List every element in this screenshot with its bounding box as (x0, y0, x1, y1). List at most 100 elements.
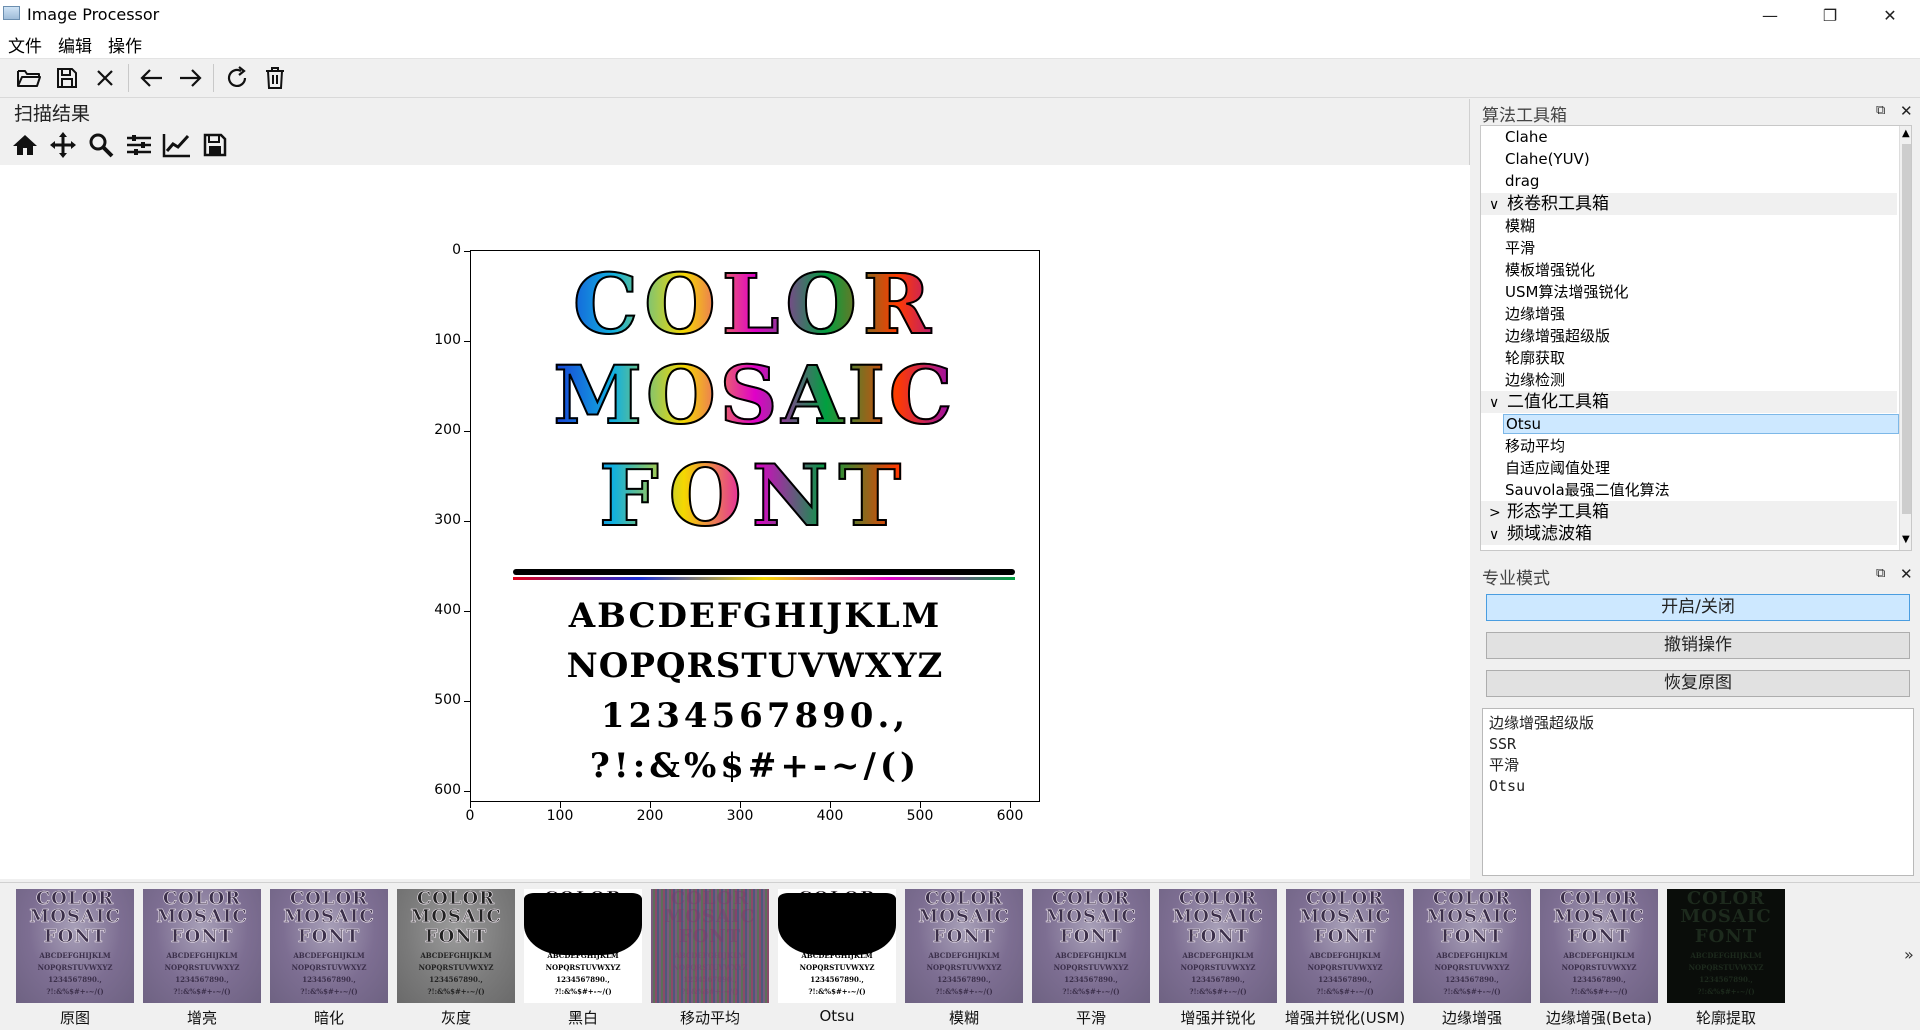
thumbnail-item[interactable]: COLORMOSAICFONTABCDEFGHIJKLMNOPQRSTUVWXY… (1157, 887, 1279, 1029)
tree-item[interactable]: USM算法增强锐化 (1481, 281, 1897, 303)
close-window-button[interactable]: ✕ (1860, 0, 1920, 30)
trash-icon[interactable] (258, 61, 292, 95)
tree-item-label: 边缘增强 (1505, 305, 1566, 323)
save-figure-icon[interactable] (196, 127, 234, 163)
undo-operation-button[interactable]: 撤销操作 (1486, 632, 1910, 659)
tree-item[interactable]: 轮廓获取 (1481, 347, 1897, 369)
thumbnail-text: ?!:&%$#+-~/() (300, 987, 358, 996)
thumbnail-item[interactable]: COLORMOSAICFONTABCDEFGHIJKLMNOPQRSTUVWXY… (649, 887, 771, 1029)
thumbnail-image[interactable]: COLORMOSAICFONTABCDEFGHIJKLMNOPQRSTUVWXY… (1159, 889, 1277, 1003)
thumbnail-label: 平滑 (1075, 1009, 1106, 1027)
thumbnail-item[interactable]: COLORMOSAICFONTABCDEFGHIJKLMNOPQRSTUVWXY… (395, 887, 517, 1029)
tree-item[interactable]: 边缘增强超级版 (1481, 325, 1897, 347)
redo-arrow-icon[interactable] (173, 61, 207, 95)
thumbnail-item[interactable]: COLORMOSAICFONTABCDEFGHIJKLMNOPQRSTUVWXY… (1665, 887, 1787, 1029)
thumbnail-item[interactable]: COLORMOSAICFONTABCDEFGHIJKLMNOPQRSTUVWXY… (268, 887, 390, 1029)
scroll-down-icon[interactable]: ▼ (1902, 534, 1910, 545)
restore-original-button[interactable]: 恢复原图 (1486, 670, 1910, 697)
axes-edit-icon[interactable] (158, 127, 196, 163)
close-image-icon[interactable] (88, 61, 122, 95)
thumbnail-text: ?!:&%$#+-~/() (935, 987, 993, 996)
scroll-up-icon[interactable]: ▲ (1902, 128, 1910, 139)
chevron-down-icon[interactable]: ∨ (1489, 524, 1507, 546)
thumbnail-image[interactable]: COLORMOSAICFONTABCDEFGHIJKLMNOPQRSTUVWXY… (1540, 889, 1658, 1003)
thumbnail-item[interactable]: COLORMOSAICFONTABCDEFGHIJKLMNOPQRSTUVWXY… (141, 887, 263, 1029)
image-axes[interactable]: COLOR MOSAIC FONT ABCDEFGHIJKLM NOPQRSTU… (470, 250, 1040, 802)
thumbnail-image[interactable]: COLORMOSAICFONTABCDEFGHIJKLMNOPQRSTUVWXY… (397, 889, 515, 1003)
menu-edit[interactable]: 编辑 (58, 32, 92, 57)
tree-item[interactable]: 边缘增强 (1481, 303, 1897, 325)
thumbnail-image[interactable]: COLORMOSAICFONTABCDEFGHIJKLMNOPQRSTUVWXY… (778, 889, 896, 1003)
thumbnail-item[interactable]: COLORMOSAICFONTABCDEFGHIJKLMNOPQRSTUVWXY… (1411, 887, 1533, 1029)
open-folder-icon[interactable] (12, 61, 46, 95)
tree-item-label: Sauvola最强二值化算法 (1505, 481, 1670, 499)
tree-item-selected[interactable]: Otsu (1481, 413, 1899, 435)
strip-more-icon[interactable]: » (1904, 945, 1914, 964)
thumbnail-image[interactable]: COLORMOSAICFONTABCDEFGHIJKLMNOPQRSTUVWXY… (651, 889, 769, 1003)
x-tick-mark (920, 802, 921, 808)
thumbnail-text: ?!:&%$#+-~/() (427, 987, 485, 996)
tree-group[interactable]: > 形态学工具箱 (1481, 501, 1897, 523)
tree-scrollbar[interactable]: ▲ ▼ (1899, 126, 1911, 550)
thumbnail-item[interactable]: COLORMOSAICFONTABCDEFGHIJKLMNOPQRSTUVWXY… (14, 887, 136, 1029)
thumbnail-image[interactable]: COLORMOSAICFONTABCDEFGHIJKLMNOPQRSTUVWXY… (143, 889, 261, 1003)
menu-file[interactable]: 文件 (8, 32, 42, 57)
chevron-down-icon[interactable]: ∨ (1489, 194, 1507, 216)
thumbnail-image[interactable]: COLORMOSAICFONTABCDEFGHIJKLMNOPQRSTUVWXY… (1286, 889, 1404, 1003)
thumbnail-item[interactable]: COLORMOSAICFONTABCDEFGHIJKLMNOPQRSTUVWXY… (903, 887, 1025, 1029)
thumbnail-item[interactable]: COLORMOSAICFONTABCDEFGHIJKLMNOPQRSTUVWXY… (1538, 887, 1660, 1029)
thumbnail-text: MOSAIC (410, 906, 502, 927)
float-dock-icon[interactable]: ⧉ (1876, 103, 1885, 118)
operation-history-list[interactable]: 边缘增强超级版 SSR 平滑 Otsu (1482, 708, 1914, 876)
tree-item[interactable]: Clahe (1481, 126, 1897, 148)
scroll-thumb[interactable] (1902, 144, 1911, 514)
thumbnail-image[interactable]: COLORMOSAICFONTABCDEFGHIJKLMNOPQRSTUVWXY… (1413, 889, 1531, 1003)
toggle-pro-mode-button[interactable]: 开启/关闭 (1486, 594, 1910, 621)
tree-item[interactable]: 边缘检测 (1481, 369, 1897, 391)
tree-group[interactable]: ∨ 频域滤波箱 (1481, 523, 1897, 545)
tree-item[interactable]: 模糊 (1481, 215, 1897, 237)
tree-item[interactable]: Clahe(YUV) (1481, 148, 1897, 170)
thumbnail-image[interactable]: COLORMOSAICFONTABCDEFGHIJKLMNOPQRSTUVWXY… (905, 889, 1023, 1003)
thumbnail-text: MOSAIC (1680, 906, 1772, 927)
thumbnail-image[interactable]: COLORMOSAICFONTABCDEFGHIJKLMNOPQRSTUVWXY… (270, 889, 388, 1003)
thumbnail-image[interactable]: COLORMOSAICFONTABCDEFGHIJKLMNOPQRSTUVWXY… (1667, 889, 1785, 1003)
tree-item[interactable]: 移动平均 (1481, 435, 1897, 457)
thumbnail-item[interactable]: COLORMOSAICFONTABCDEFGHIJKLMNOPQRSTUVWXY… (1284, 887, 1406, 1029)
y-tick-label: 400 (434, 602, 461, 618)
chevron-down-icon[interactable]: ∨ (1489, 392, 1507, 414)
thumbnail-image[interactable]: COLORMOSAICFONTABCDEFGHIJKLMNOPQRSTUVWXY… (1032, 889, 1150, 1003)
image-text-line: FONT (471, 450, 1039, 542)
refresh-icon[interactable] (220, 61, 254, 95)
chevron-right-icon[interactable]: > (1489, 502, 1507, 524)
maximize-button[interactable]: ❐ (1800, 0, 1860, 30)
save-icon[interactable] (50, 61, 84, 95)
tree-item[interactable]: drag (1481, 170, 1897, 192)
undo-arrow-icon[interactable] (135, 61, 169, 95)
configure-subplots-icon[interactable] (120, 127, 158, 163)
tree-group[interactable]: ∨ 核卷积工具箱 (1481, 193, 1897, 215)
pan-move-icon[interactable] (44, 127, 82, 163)
thumbnail-item[interactable]: COLORMOSAICFONTABCDEFGHIJKLMNOPQRSTUVWXY… (1030, 887, 1152, 1029)
tree-item-label: 核卷积工具箱 (1507, 194, 1609, 214)
thumbnail-label: 黑白 (567, 1009, 598, 1027)
home-icon[interactable] (6, 127, 44, 163)
thumbnail-item[interactable]: COLORMOSAICFONTABCDEFGHIJKLMNOPQRSTUVWXY… (776, 887, 898, 1029)
minimize-button[interactable]: — (1740, 0, 1800, 30)
app-icon (3, 6, 20, 20)
float-dock-icon[interactable]: ⧉ (1876, 566, 1885, 581)
tree-item[interactable]: 平滑 (1481, 237, 1897, 259)
thumbnail-text: ?!:&%$#+-~/() (808, 987, 866, 996)
zoom-icon[interactable] (82, 127, 120, 163)
thumbnail-text: FONT (1694, 926, 1758, 947)
thumbnail-image[interactable]: COLORMOSAICFONTABCDEFGHIJKLMNOPQRSTUVWXY… (16, 889, 134, 1003)
close-dock-icon[interactable]: ✕ (1900, 102, 1913, 120)
tree-item[interactable]: 自适应阈值处理 (1481, 457, 1897, 479)
tree-item[interactable]: 模板增强锐化 (1481, 259, 1897, 281)
menu-operate[interactable]: 操作 (108, 32, 142, 57)
close-dock-icon[interactable]: ✕ (1900, 565, 1913, 583)
thumbnail-item[interactable]: COLORMOSAICFONTABCDEFGHIJKLMNOPQRSTUVWXY… (522, 887, 644, 1029)
tree-item[interactable]: Sauvola最强二值化算法 (1481, 479, 1897, 501)
tree-group[interactable]: ∨ 二值化工具箱 (1481, 391, 1897, 413)
thumbnail-image[interactable]: COLORMOSAICFONTABCDEFGHIJKLMNOPQRSTUVWXY… (524, 889, 642, 1003)
